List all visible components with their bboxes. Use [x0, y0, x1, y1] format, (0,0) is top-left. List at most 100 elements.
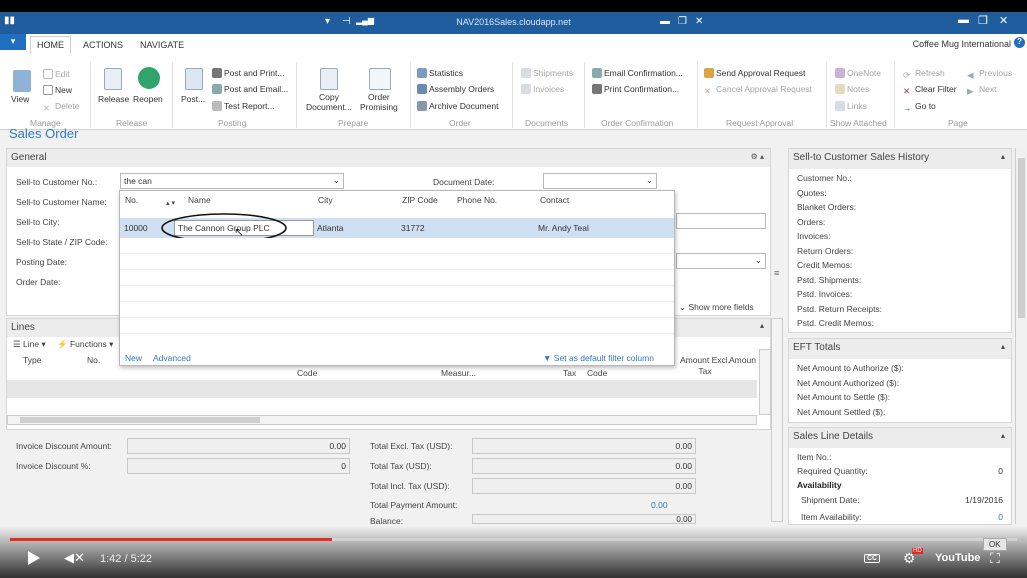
- col-code[interactable]: Code: [297, 368, 317, 378]
- collapse-icon[interactable]: ▴: [1001, 431, 1005, 440]
- delete-button[interactable]: ✕ Delete: [43, 101, 80, 113]
- inv-disc-pct-field[interactable]: 0: [127, 458, 350, 474]
- view-icon[interactable]: [13, 70, 31, 92]
- statistics-button[interactable]: Statistics: [417, 68, 463, 78]
- mute-icon[interactable]: ◀✕: [64, 550, 85, 566]
- order-promising-button[interactable]: Order Promising: [360, 92, 398, 112]
- col-no[interactable]: No.: [87, 355, 100, 365]
- app-close-icon[interactable]: ✕: [999, 14, 1008, 27]
- assembly-orders-button[interactable]: Assembly Orders: [417, 84, 494, 94]
- captions-icon[interactable]: CC: [864, 554, 881, 563]
- inv-disc-amount-field[interactable]: 0.00: [127, 438, 350, 454]
- collapse-icon[interactable]: ▴: [1001, 342, 1005, 351]
- chevron-down-icon[interactable]: ⌄: [755, 255, 762, 266]
- collapse-icon[interactable]: ▴: [1001, 152, 1005, 161]
- tab-navigate[interactable]: NAVIGATE: [140, 40, 184, 50]
- goto-button[interactable]: → Go to: [903, 101, 936, 113]
- tab-actions[interactable]: ACTIONS: [83, 40, 123, 50]
- close-icon[interactable]: ✕: [695, 16, 703, 27]
- col-tax[interactable]: Tax: [563, 368, 576, 378]
- sell-to-no-field[interactable]: the can ⌄: [120, 173, 344, 189]
- lookup-col-zip[interactable]: ZIP Code: [402, 195, 438, 205]
- fullscreen-icon[interactable]: ⛶: [990, 550, 1000, 567]
- notes-button[interactable]: Notes: [835, 84, 869, 94]
- next-button[interactable]: ▶ Next: [967, 84, 996, 96]
- extra-dropdown[interactable]: ⌄: [676, 253, 766, 269]
- post-email-button[interactable]: Post and Email...: [212, 84, 288, 94]
- sort-icon[interactable]: ▴ ▾: [166, 199, 175, 207]
- clear-filter-button[interactable]: ✕ Clear Filter: [903, 84, 957, 96]
- total-payment-value[interactable]: 0.00: [651, 500, 668, 510]
- view-button[interactable]: View: [11, 94, 29, 104]
- lookup-advanced-link[interactable]: Advanced: [153, 353, 191, 363]
- play-icon[interactable]: [28, 551, 40, 565]
- line-menu[interactable]: ☰ Line ▾: [13, 339, 46, 350]
- print-confirmation-button[interactable]: Print Confirmation...: [592, 84, 679, 94]
- minimize-icon[interactable]: ▬: [660, 16, 670, 27]
- lookup-col-phone[interactable]: Phone No.: [457, 195, 497, 205]
- youtube-logo[interactable]: YouTube: [935, 552, 980, 564]
- archive-document-button[interactable]: Archive Document: [417, 101, 498, 111]
- collapse-icon[interactable]: ▴: [760, 321, 764, 330]
- lookup-col-contact[interactable]: Contact: [540, 195, 569, 205]
- order-promising-icon[interactable]: [369, 68, 391, 90]
- table-row[interactable]: [7, 380, 757, 398]
- extra-field[interactable]: [676, 213, 766, 229]
- app-menu-button[interactable]: ▾: [0, 34, 26, 50]
- refresh-button[interactable]: ⟳ Refresh: [903, 68, 945, 80]
- post-icon[interactable]: [185, 68, 203, 90]
- col-amount[interactable]: Amoun: [729, 355, 756, 365]
- cancel-approval-request-button[interactable]: ✕ Cancel Approval Request: [704, 84, 812, 96]
- post-print-button[interactable]: Post and Print...: [212, 68, 284, 78]
- set-default-filter-link[interactable]: ▼ Set as default filter column: [543, 353, 654, 363]
- col-measure[interactable]: Measur...: [441, 368, 476, 378]
- previous-button[interactable]: ◀ Previous: [967, 68, 1012, 80]
- vertical-scrollbar[interactable]: [759, 349, 771, 415]
- document-date-field[interactable]: ⌄: [543, 173, 657, 189]
- onenote-button[interactable]: OneNote: [835, 68, 881, 78]
- lookup-col-no[interactable]: No.: [125, 195, 138, 205]
- progress-track[interactable]: [10, 538, 1017, 541]
- eft-header[interactable]: EFT Totals ▴: [789, 339, 1011, 359]
- shipments-button[interactable]: Shipments: [521, 68, 573, 78]
- item-avail-value[interactable]: 0: [998, 512, 1003, 522]
- lookup-col-city[interactable]: City: [318, 195, 333, 205]
- copy-document-icon[interactable]: [320, 68, 338, 90]
- app-restore-icon[interactable]: ❐: [978, 14, 988, 27]
- line-details-header[interactable]: Sales Line Details ▴: [789, 428, 1011, 448]
- copy-document-button[interactable]: Copy Document...: [306, 92, 352, 112]
- release-button[interactable]: Release: [98, 94, 129, 104]
- invoices-button[interactable]: Invoices: [521, 84, 564, 94]
- chevron-down-icon[interactable]: ⌄: [646, 175, 653, 186]
- app-minimize-icon[interactable]: ▬: [958, 14, 969, 26]
- sales-history-header[interactable]: Sell-to Customer Sales History ▴: [789, 149, 1011, 169]
- edit-button[interactable]: Edit: [43, 69, 70, 79]
- restore-icon[interactable]: ❐: [678, 16, 687, 27]
- factbox-scrollbar[interactable]: [1015, 148, 1026, 524]
- help-icon[interactable]: ?: [1014, 37, 1025, 48]
- horizontal-scrollbar[interactable]: [7, 415, 757, 425]
- col-amount-excl[interactable]: Amount Excl. Tax: [675, 355, 735, 377]
- post-button[interactable]: Post...: [181, 94, 205, 104]
- lookup-new-link[interactable]: New: [125, 353, 142, 363]
- collapse-icon[interactable]: ⚙ ▴: [751, 152, 764, 161]
- chevron-down-icon[interactable]: ⌄: [333, 175, 340, 186]
- email-confirmation-button[interactable]: Email Confirmation...: [592, 68, 683, 78]
- new-button[interactable]: New: [43, 85, 72, 95]
- col-tax-code[interactable]: Code: [587, 368, 607, 378]
- release-icon[interactable]: [104, 68, 122, 90]
- reopen-button[interactable]: Reopen: [133, 94, 163, 104]
- lookup-col-name[interactable]: Name: [188, 195, 211, 205]
- functions-menu[interactable]: ⚡ Functions ▾: [57, 339, 113, 350]
- test-report-button[interactable]: Test Report...: [212, 101, 275, 111]
- col-type[interactable]: Type: [23, 355, 41, 365]
- hd-badge: HD: [912, 548, 923, 554]
- send-approval-request-button[interactable]: Send Approval Request: [704, 68, 805, 78]
- general-header[interactable]: General ⚙ ▴: [7, 149, 770, 167]
- tab-home[interactable]: HOME: [30, 36, 71, 54]
- splitter-icon[interactable]: ≡: [774, 268, 779, 278]
- reopen-icon[interactable]: [138, 67, 160, 89]
- links-button[interactable]: Links: [835, 101, 867, 111]
- show-more-fields[interactable]: ⌄ Show more fields: [679, 302, 754, 313]
- page-scrollbar[interactable]: [771, 318, 783, 522]
